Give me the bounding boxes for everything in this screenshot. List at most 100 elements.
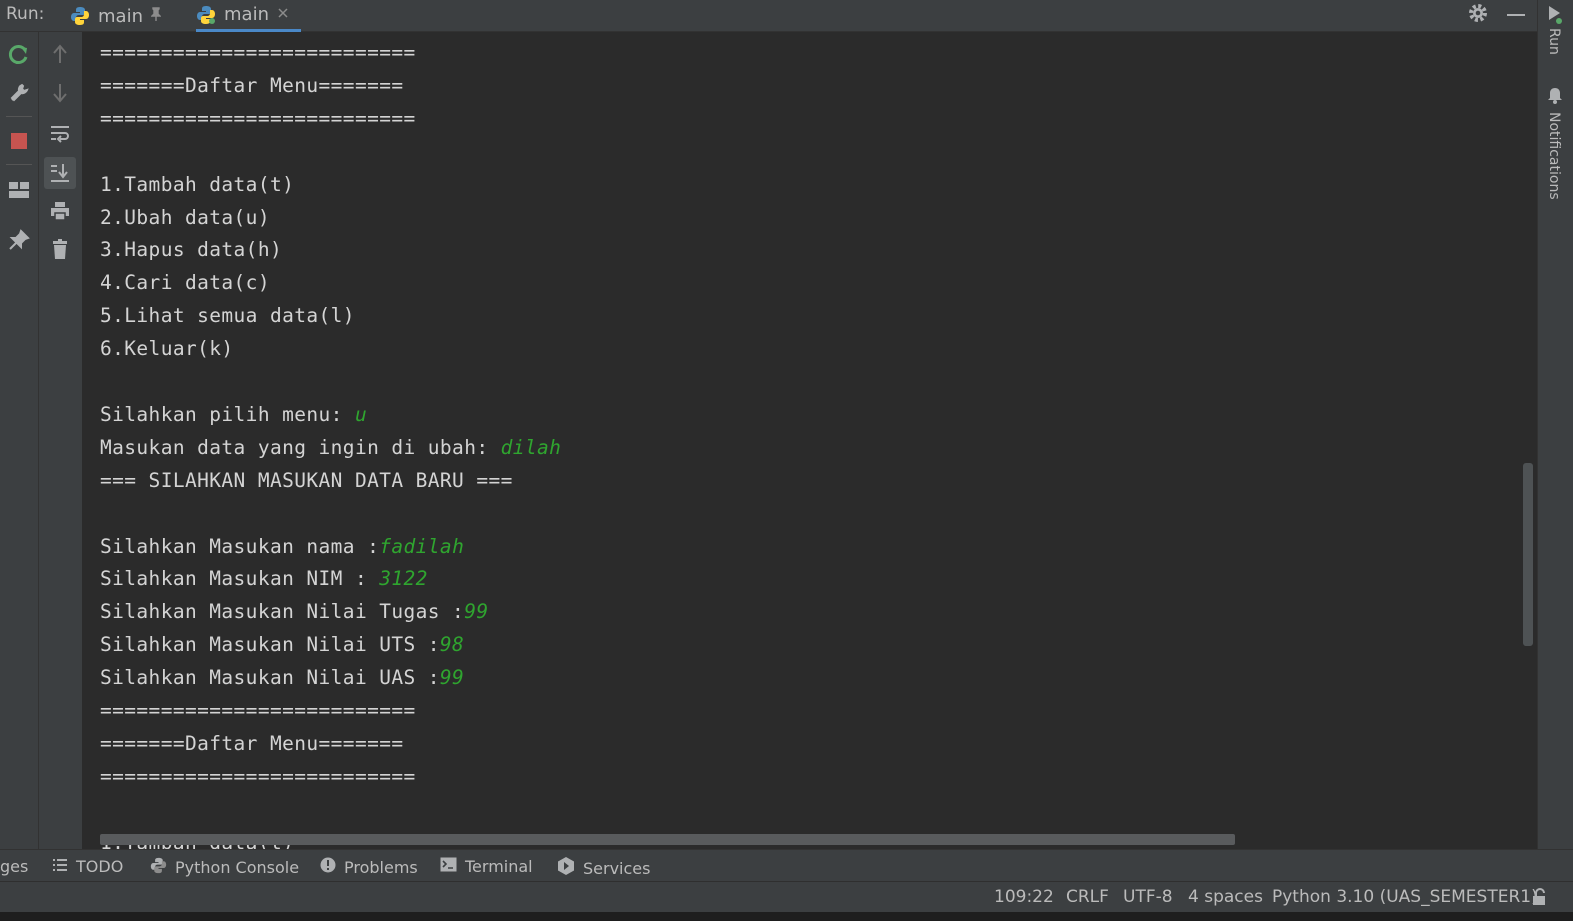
status-bar: 109:22 CRLF UTF-8 4 spaces Python 3.10 (… [0,881,1573,912]
console-line-text: 3.Hapus data(h) [100,238,283,262]
rerun-icon[interactable] [4,40,34,70]
services-icon [557,857,575,879]
console-line-text: Silahkan Masukan Nilai UAS : [100,666,440,690]
pin-tab-icon[interactable] [4,225,34,255]
console-line: Silahkan pilih menu: u [100,403,367,426]
user-input-text: 99 [464,600,489,624]
scroll-to-end-icon[interactable] [44,157,76,189]
run-tool-button[interactable]: Run [1546,28,1562,55]
horizontal-scrollbar[interactable] [100,834,1235,845]
console-line-text: =======Daftar Menu======= [100,73,404,97]
console-line-text: Silahkan pilih menu: [100,402,355,426]
console-line-text: 6.Keluar(k) [100,337,234,361]
list-icon [52,857,68,876]
console-line: 1.Tambah data(t) [100,173,294,196]
caret-position[interactable]: 109:22 [994,887,1054,907]
console-line: === SILAHKAN MASUKAN DATA BARU === [100,469,513,492]
console-line: ========================== [100,41,416,64]
console-line: Silahkan Masukan Nilai Tugas :99 [100,600,488,623]
todo-label: TODO [76,857,124,876]
minimize-icon[interactable] [1507,14,1525,16]
console-output[interactable]: ========================== =======Daftar … [83,32,1537,849]
wrench-icon[interactable] [4,78,34,108]
python-console-tool-button[interactable]: Python Console [150,857,299,878]
console-line: 3.Hapus data(h) [100,238,282,261]
tab-main-2[interactable]: main [196,0,301,32]
console-line-text: Silahkan Masukan Nilai UTS : [100,633,440,657]
stop-icon[interactable] [4,126,34,156]
run-actions-toolbar [0,32,39,849]
console-line-text: 2.Ubah data(u) [100,205,270,229]
tab-label: main [98,5,143,27]
pin-icon[interactable] [150,7,162,25]
tab-label: main [224,4,269,25]
console-line-text: === SILAHKAN MASUKAN DATA BARU === [100,468,513,492]
console-line: 4.Cari data(c) [100,271,270,294]
console-line: 6.Keluar(k) [100,337,234,360]
console-line: Silahkan Masukan Nilai UAS :99 [100,666,464,689]
run-toolbar: Run: main main [0,0,1537,32]
user-input-text: 99 [439,666,465,690]
layout-icon[interactable] [4,175,34,205]
console-line-text: ========================== [100,41,416,64]
terminal-icon [440,857,457,876]
console-line-text: Silahkan Masukan nama : [100,534,380,558]
console-line: Silahkan Masukan Nilai UTS :98 [100,633,464,656]
separator [6,116,32,117]
python-icon [70,6,90,26]
console-line-text: 4.Cari data(c) [100,271,270,295]
console-line: Masukan data yang ingin di ubah: dilah [100,436,561,459]
bell-icon[interactable] [1546,86,1564,110]
services-tool-button[interactable]: Services [557,857,650,879]
console-line: ========================== [100,699,416,722]
console-line-text: =======Daftar Menu======= [100,731,404,755]
console-line: 5.Lihat semua data(l) [100,304,355,327]
right-tool-stripe: Run Notifications [1537,0,1573,849]
user-input-text: 3122 [379,567,428,591]
gear-icon[interactable] [1467,2,1489,30]
print-icon[interactable] [45,196,75,226]
problems-tool-button[interactable]: Problems [320,857,418,877]
separator [6,164,32,165]
console-line: ========================== [100,765,416,788]
tool-partial-label[interactable]: ges [0,857,28,876]
problems-label: Problems [344,857,418,877]
arrow-down-icon[interactable] [45,78,75,108]
user-input-text: dilah [500,435,562,459]
notifications-tool-button[interactable]: Notifications [1546,112,1562,200]
services-label: Services [583,858,651,878]
unlock-icon[interactable] [1532,888,1548,911]
terminal-tool-button[interactable]: Terminal [440,857,533,876]
warning-circle-icon [320,857,336,877]
close-icon[interactable] [277,7,289,23]
file-encoding[interactable]: UTF-8 [1123,887,1173,907]
trash-icon[interactable] [45,234,75,264]
vertical-scrollbar[interactable] [1523,463,1533,646]
python-console-icon [150,857,167,878]
tab-main-1[interactable]: main [70,0,162,32]
line-separator[interactable]: CRLF [1066,887,1109,907]
console-line-text: Masukan data yang ingin di ubah: [100,435,501,459]
user-input-text: 98 [439,633,465,657]
console-line-text: 5.Lihat semua data(l) [100,304,355,328]
soft-wrap-icon[interactable] [45,118,75,148]
run-label: Run: [6,4,45,24]
console-line-text: Silahkan Masukan Nilai Tugas : [100,600,465,624]
console-line: =======Daftar Menu======= [100,732,404,755]
user-input-text: fadilah [379,534,465,558]
user-input-text: u [354,402,368,426]
indent-setting[interactable]: 4 spaces [1188,887,1263,907]
arrow-up-icon[interactable] [45,39,75,69]
console-line: 2.Ubah data(u) [100,206,270,229]
todo-tool-button[interactable]: TODO [52,857,123,876]
console-line: Silahkan Masukan NIM : 3122 [100,567,428,590]
tool-window-bar: ges TODO Python Console Problems Termina… [0,849,1573,881]
console-line: Silahkan Masukan nama :fadilah [100,535,464,558]
python-run-icon [196,5,216,25]
console-line-text: Silahkan Masukan NIM : [100,567,380,591]
console-line-text: ========================== [100,764,416,788]
console-line: ========================== [100,107,416,130]
console-actions-toolbar [39,32,83,849]
python-interpreter[interactable]: Python 3.10 (UAS_SEMESTER1) [1272,887,1538,907]
run-play-icon[interactable] [1546,4,1564,30]
